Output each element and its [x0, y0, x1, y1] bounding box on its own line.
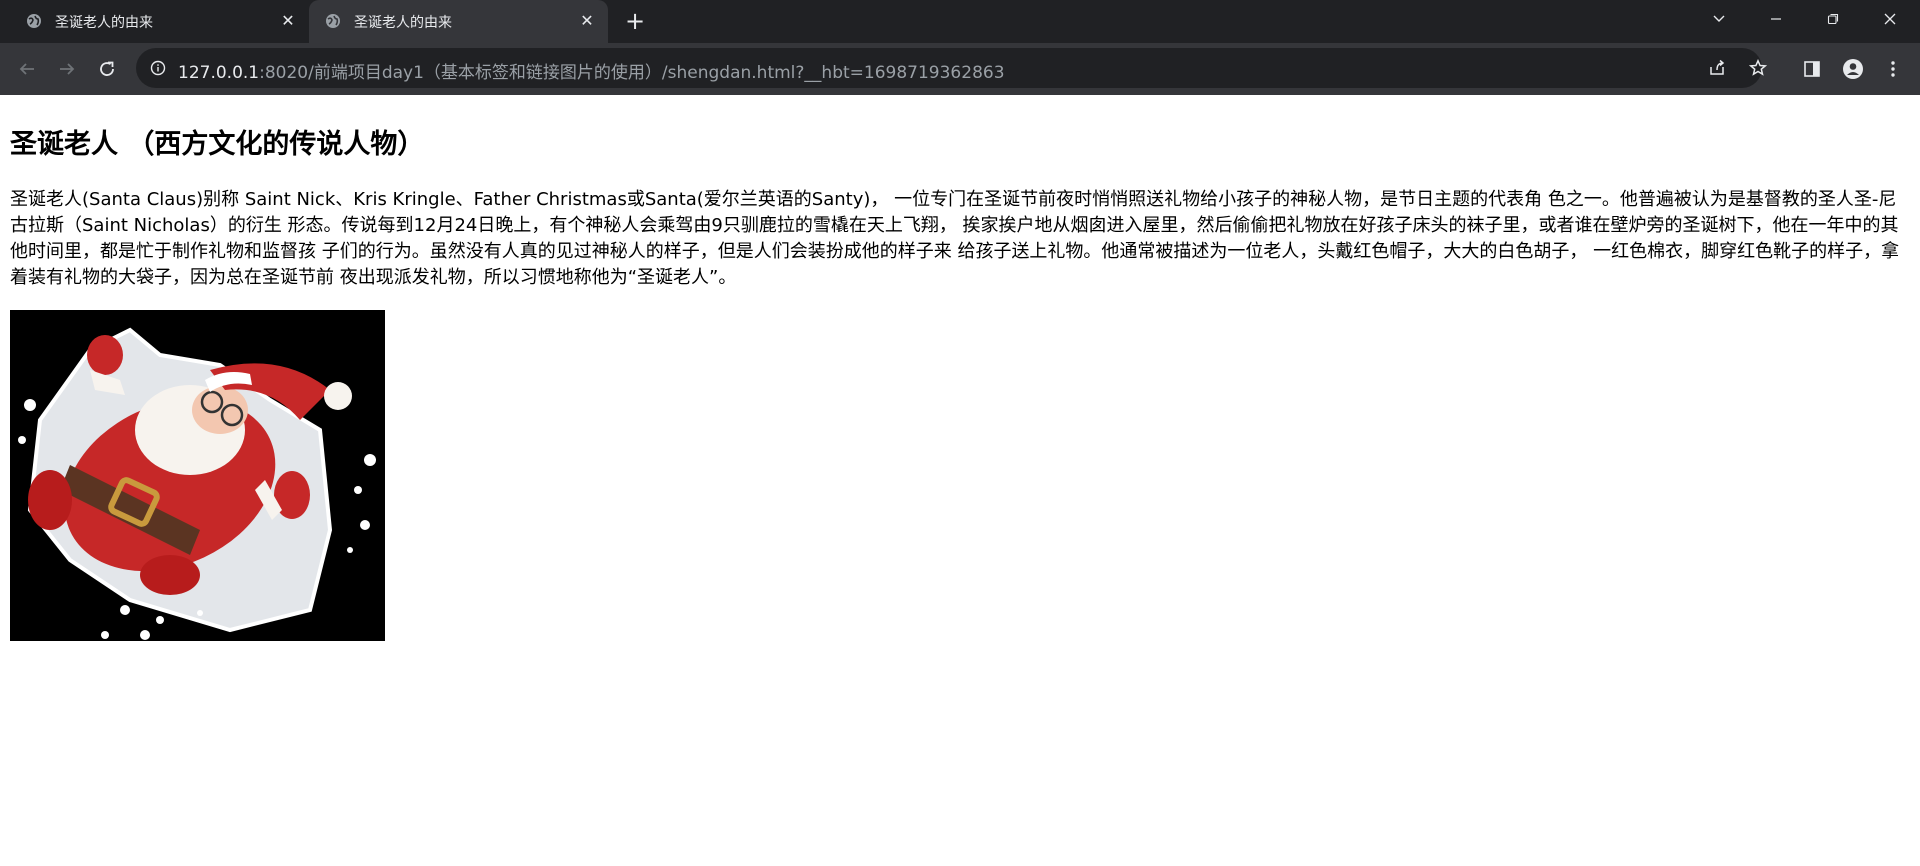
globe-icon — [27, 14, 41, 28]
url-text[interactable]: 127.0.0.1:8020/前端项目day1（基本标签和链接图片的使用）/sh… — [178, 58, 1005, 83]
forward-arrow-icon[interactable] — [53, 55, 81, 83]
address-bar[interactable]: 127.0.0.1:8020/前端项目day1（基本标签和链接图片的使用）/sh… — [136, 48, 1768, 88]
restore-icon[interactable] — [1806, 0, 1860, 38]
santa-image — [10, 310, 385, 641]
close-window-icon[interactable] — [1863, 0, 1917, 38]
tab-inactive[interactable]: 圣诞老人的由来 ✕ — [10, 0, 309, 43]
side-panel-icon[interactable] — [1800, 57, 1824, 81]
profile-icon[interactable] — [1841, 57, 1865, 81]
url-path: :8020/前端项目day1（基本标签和链接图片的使用）/shengdan.ht… — [259, 63, 1005, 83]
tab-title: 圣诞老人的由来 — [55, 15, 153, 31]
chevron-down-icon[interactable] — [1692, 0, 1746, 38]
page-title: 圣诞老人 （西方文化的传说人物） — [10, 129, 425, 160]
share-icon[interactable] — [1706, 57, 1728, 79]
browser-toolbar: 127.0.0.1:8020/前端项目day1（基本标签和链接图片的使用）/sh… — [0, 43, 1920, 95]
globe-icon — [326, 14, 340, 28]
tab-bar: 圣诞老人的由来 ✕ 圣诞老人的由来 ✕ + — [0, 0, 1920, 43]
close-icon[interactable]: ✕ — [279, 12, 297, 30]
star-icon[interactable] — [1747, 57, 1769, 79]
minimize-icon[interactable] — [1749, 0, 1803, 38]
reload-icon[interactable] — [93, 55, 121, 83]
tab-active[interactable]: 圣诞老人的由来 ✕ — [309, 0, 608, 43]
more-menu-icon[interactable] — [1881, 57, 1905, 81]
info-icon[interactable] — [150, 60, 166, 76]
back-arrow-icon[interactable] — [13, 55, 41, 83]
page-content: 圣诞老人 （西方文化的传说人物） 圣诞老人(Santa Claus)别称 Sai… — [0, 95, 1920, 866]
santa-claus-illustration — [18, 327, 376, 640]
close-icon[interactable]: ✕ — [578, 12, 596, 30]
url-host: 127.0.0.1 — [178, 63, 260, 83]
tab-title: 圣诞老人的由来 — [354, 15, 452, 31]
intro-paragraph: 圣诞老人(Santa Claus)别称 Saint Nick、Kris Krin… — [10, 189, 1900, 288]
plus-icon[interactable]: + — [622, 9, 648, 35]
